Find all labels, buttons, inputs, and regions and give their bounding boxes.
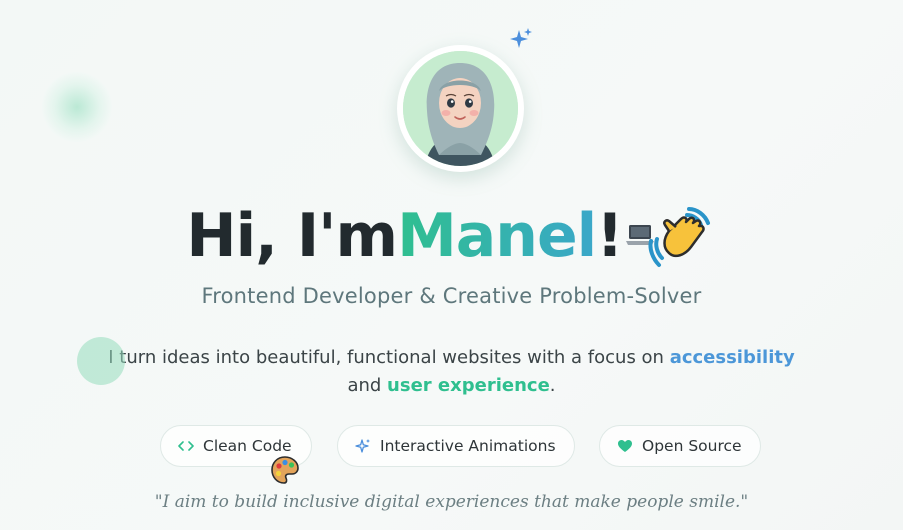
name-highlight: Manel	[397, 196, 597, 276]
chip-label: Interactive Animations	[380, 437, 556, 455]
chip-open-source[interactable]: Open Source	[599, 425, 761, 467]
avatar	[397, 45, 524, 172]
palette-icon	[271, 456, 299, 484]
description-text: I turn ideas into beautiful, functional …	[108, 347, 670, 368]
user-experience-highlight: user experience	[387, 375, 550, 396]
quote: "I aim to build inclusive digital experi…	[154, 492, 749, 512]
description: I turn ideas into beautiful, functional …	[60, 344, 843, 400]
feature-chips: Clean Code Interactive Animations Open S…	[0, 425, 903, 467]
chip-label: Clean Code	[203, 437, 292, 455]
greeting-prefix: Hi, I'm	[186, 201, 398, 271]
decorative-glow-blob	[42, 72, 112, 142]
subtitle: Frontend Developer & Creative Problem-So…	[201, 284, 702, 308]
waving-hand-icon	[648, 207, 710, 267]
sparkle-icon	[510, 28, 532, 48]
headline-emojis	[625, 201, 717, 271]
chip-label: Open Source	[642, 437, 742, 455]
page-title: Hi, I'm Manel!	[0, 196, 903, 276]
cursor-glow	[77, 337, 125, 385]
code-brackets-icon	[177, 437, 195, 455]
chip-interactive-animations[interactable]: Interactive Animations	[337, 425, 575, 467]
accessibility-highlight: accessibility	[669, 347, 795, 368]
greeting-suffix: !	[596, 201, 623, 271]
sparkle-icon	[354, 437, 372, 455]
avatar-illustration	[403, 51, 518, 166]
heart-icon	[616, 437, 634, 455]
description-text: and	[347, 375, 388, 396]
description-text: .	[549, 375, 556, 396]
